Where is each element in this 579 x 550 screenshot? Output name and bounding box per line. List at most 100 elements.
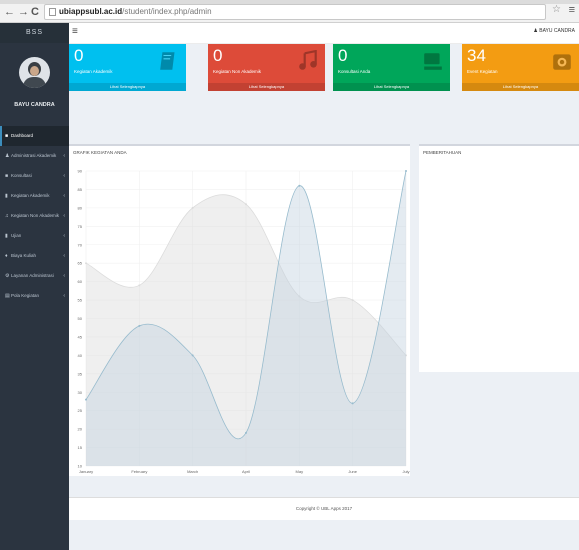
activity-chart: 10 15 20 25 30 35 40 45 50 55 60 65 70 75 80 85 90 Januar… <box>78 169 410 475</box>
info-box-value: 0 <box>338 46 348 65</box>
info-box-more-link[interactable]: Lihat Selengkapnya <box>69 83 186 91</box>
address-bar[interactable]: ubiappsubl.ac.id/student/index.php/admin <box>44 4 546 20</box>
url-path: /student/index.php/admin <box>122 7 212 16</box>
sidebar-item-label: Dashboard <box>11 133 34 138</box>
chevron-left-icon: ‹ <box>63 153 65 159</box>
chart-x-tick-label: June <box>348 469 357 474</box>
chart-y-tick-label: 35 <box>78 371 83 376</box>
sidebar-user-name: BAYU CANDRA <box>14 102 55 108</box>
chart-point <box>245 431 247 434</box>
announcement-panel: PEMBERITAHUAN <box>419 144 579 372</box>
money-icon: ♦ <box>5 253 8 259</box>
sidebar-item-dashboard[interactable]: ■ Dashboard <box>0 126 69 146</box>
chart-panel: GRAFIK KEGIATAN ANDA 10 15 20 25 30 35 40 45 50 5… <box>69 144 410 476</box>
gear-icon: ⚙ <box>5 273 10 279</box>
content-area: 0 Kegiatan Akademik Lihat Selengkapnya 0… <box>69 44 579 550</box>
chart-point <box>405 170 407 172</box>
chart-x-tick-label: March <box>187 469 198 474</box>
sidebar-item-kegiatan-akademik[interactable]: ▮ Kegiatan Akademik ‹ <box>0 186 69 206</box>
sidebar-item-biaya-kuliah[interactable]: ♦ Biaya Kuliah ‹ <box>0 246 69 266</box>
sidebar-item-ujian[interactable]: ▮ Ujian ‹ <box>0 226 69 246</box>
sidebar-item-layanan-administrasi[interactable]: ⚙ Layanan Administrasi ‹ <box>0 266 69 286</box>
chart-x-tick-label: July <box>402 469 409 474</box>
info-box-more-link[interactable]: Lihat Selengkapnya <box>462 83 579 91</box>
chart-y-tick-label: 65 <box>78 261 83 266</box>
chart-point <box>351 299 354 302</box>
sidebar-item-label: Pola Kegiatan <box>11 293 40 298</box>
dashboard-icon: ■ <box>5 133 9 139</box>
sidebar-item-label: Biaya Kuliah <box>11 253 37 258</box>
info-box-more-link[interactable]: Lihat Selengkapnya <box>208 83 325 91</box>
comments-icon <box>424 53 442 70</box>
user-menu[interactable]: ♟ BAYU CANDRA <box>533 28 575 34</box>
chart-y-tick-label: 90 <box>78 169 83 174</box>
sidebar: BSS BAYU CANDRA ■ Dashboard ♟ Administrasi… <box>0 23 69 550</box>
page-footer: Copyright © UBL Apps 2017 <box>69 497 579 520</box>
chart-y-tick-label: 10 <box>78 464 83 469</box>
chart-y-tick-label: 20 <box>78 427 83 432</box>
chart-point <box>298 184 301 187</box>
info-box-kegiatan-akademik: 0 Kegiatan Akademik Lihat Selengkapnya <box>69 44 186 91</box>
chart-y-tick-label: 40 <box>78 353 83 358</box>
music-icon <box>299 50 317 70</box>
announcement-panel-title: PEMBERITAHUAN <box>423 150 462 155</box>
chart-x-tick-label: May <box>296 469 304 474</box>
chart-y-tick-label: 30 <box>78 390 83 395</box>
sidebar-item-konsultasi[interactable]: ■ Konsultasi ‹ <box>0 166 69 186</box>
chart-y-tick-label: 85 <box>78 187 83 192</box>
chart-y-tick-label: 75 <box>78 224 83 229</box>
chart-y-tick-label: 70 <box>78 242 83 247</box>
sidebar-item-administrasi-akademik[interactable]: ♟ Administrasi Akademik ‹ <box>0 146 69 166</box>
chart-point <box>191 206 194 209</box>
user-icon: ♟ <box>5 153 10 159</box>
sidebar-item-pola-kegiatan[interactable]: ▤Pola Kegiatan ‹ <box>0 286 69 306</box>
book-icon: ▮ <box>5 193 8 199</box>
info-box-kegiatan-non-akademik: 0 Kegiatan Non Akademik Lihat Selengkapn… <box>208 44 325 91</box>
comments-icon: ■ <box>5 173 9 179</box>
chart-point <box>138 284 141 287</box>
chevron-left-icon: ‹ <box>63 213 65 219</box>
chart-point <box>85 398 87 401</box>
chevron-left-icon: ‹ <box>63 173 65 179</box>
info-box-value: 0 <box>213 46 223 65</box>
forward-arrow-icon[interactable]: → <box>18 6 29 18</box>
user-menu-name: BAYU CANDRA <box>539 28 575 34</box>
sidebar-item-label: Kegiatan Non Akademik <box>11 213 60 218</box>
sidebar-item-label: Kegiatan Akademik <box>11 193 50 198</box>
chart-x-tick-label: February <box>131 469 147 474</box>
chart-x-tick-label: April <box>242 469 250 474</box>
brand-logo[interactable]: BSS <box>0 23 69 43</box>
info-box-label: Kegiatan Non Akademik <box>213 69 262 74</box>
url-host: ubiappsubl.ac.id <box>59 7 123 16</box>
avatar-face <box>30 66 39 76</box>
chevron-left-icon: ‹ <box>63 273 65 279</box>
back-arrow-icon[interactable]: ← <box>4 6 15 18</box>
chart-x-tick-label: January <box>79 469 93 474</box>
chevron-left-icon: ‹ <box>63 193 65 199</box>
footer-copyright: Copyright © UBL Apps 2017 <box>295 506 353 511</box>
info-box-konsultasi: 0 Konsultasi Anda Lihat Selengkapnya <box>333 44 450 91</box>
bookmark-star-icon[interactable]: ☆ <box>552 4 561 15</box>
music-icon: ♫ <box>5 213 9 219</box>
info-box-more-link[interactable]: Lihat Selengkapnya <box>333 83 450 91</box>
avatar <box>19 57 50 88</box>
reload-icon[interactable]: C <box>31 6 39 18</box>
chart-y-tick-label: 60 <box>78 279 83 284</box>
info-box-label: Kegiatan Akademik <box>74 69 113 74</box>
browser-menu-icon[interactable]: ≡ <box>569 4 575 16</box>
browser-toolbar: ← → C ubiappsubl.ac.id/student/index.php… <box>0 0 579 23</box>
sidebar-item-label: Layanan Administrasi <box>11 273 54 278</box>
sidebar-item-kegiatan-non-akademik[interactable]: ♫ Kegiatan Non Akademik ‹ <box>0 206 69 226</box>
top-navbar: ≡ ♟ BAYU CANDRA <box>69 23 579 44</box>
info-box-value: 0 <box>74 46 84 65</box>
chart-y-tick-label: 80 <box>78 205 83 210</box>
chart-point <box>138 324 141 327</box>
avatar-body <box>23 77 46 88</box>
info-box-label: Event Kegiatan <box>467 69 498 74</box>
sidebar-toggle-icon[interactable]: ≡ <box>72 26 78 37</box>
chart-y-tick-label: 45 <box>78 334 83 339</box>
book-icon <box>160 52 175 70</box>
chart-y-tick-label: 50 <box>78 316 83 321</box>
info-box-value: 34 <box>467 46 486 65</box>
chevron-left-icon: ‹ <box>63 253 65 259</box>
